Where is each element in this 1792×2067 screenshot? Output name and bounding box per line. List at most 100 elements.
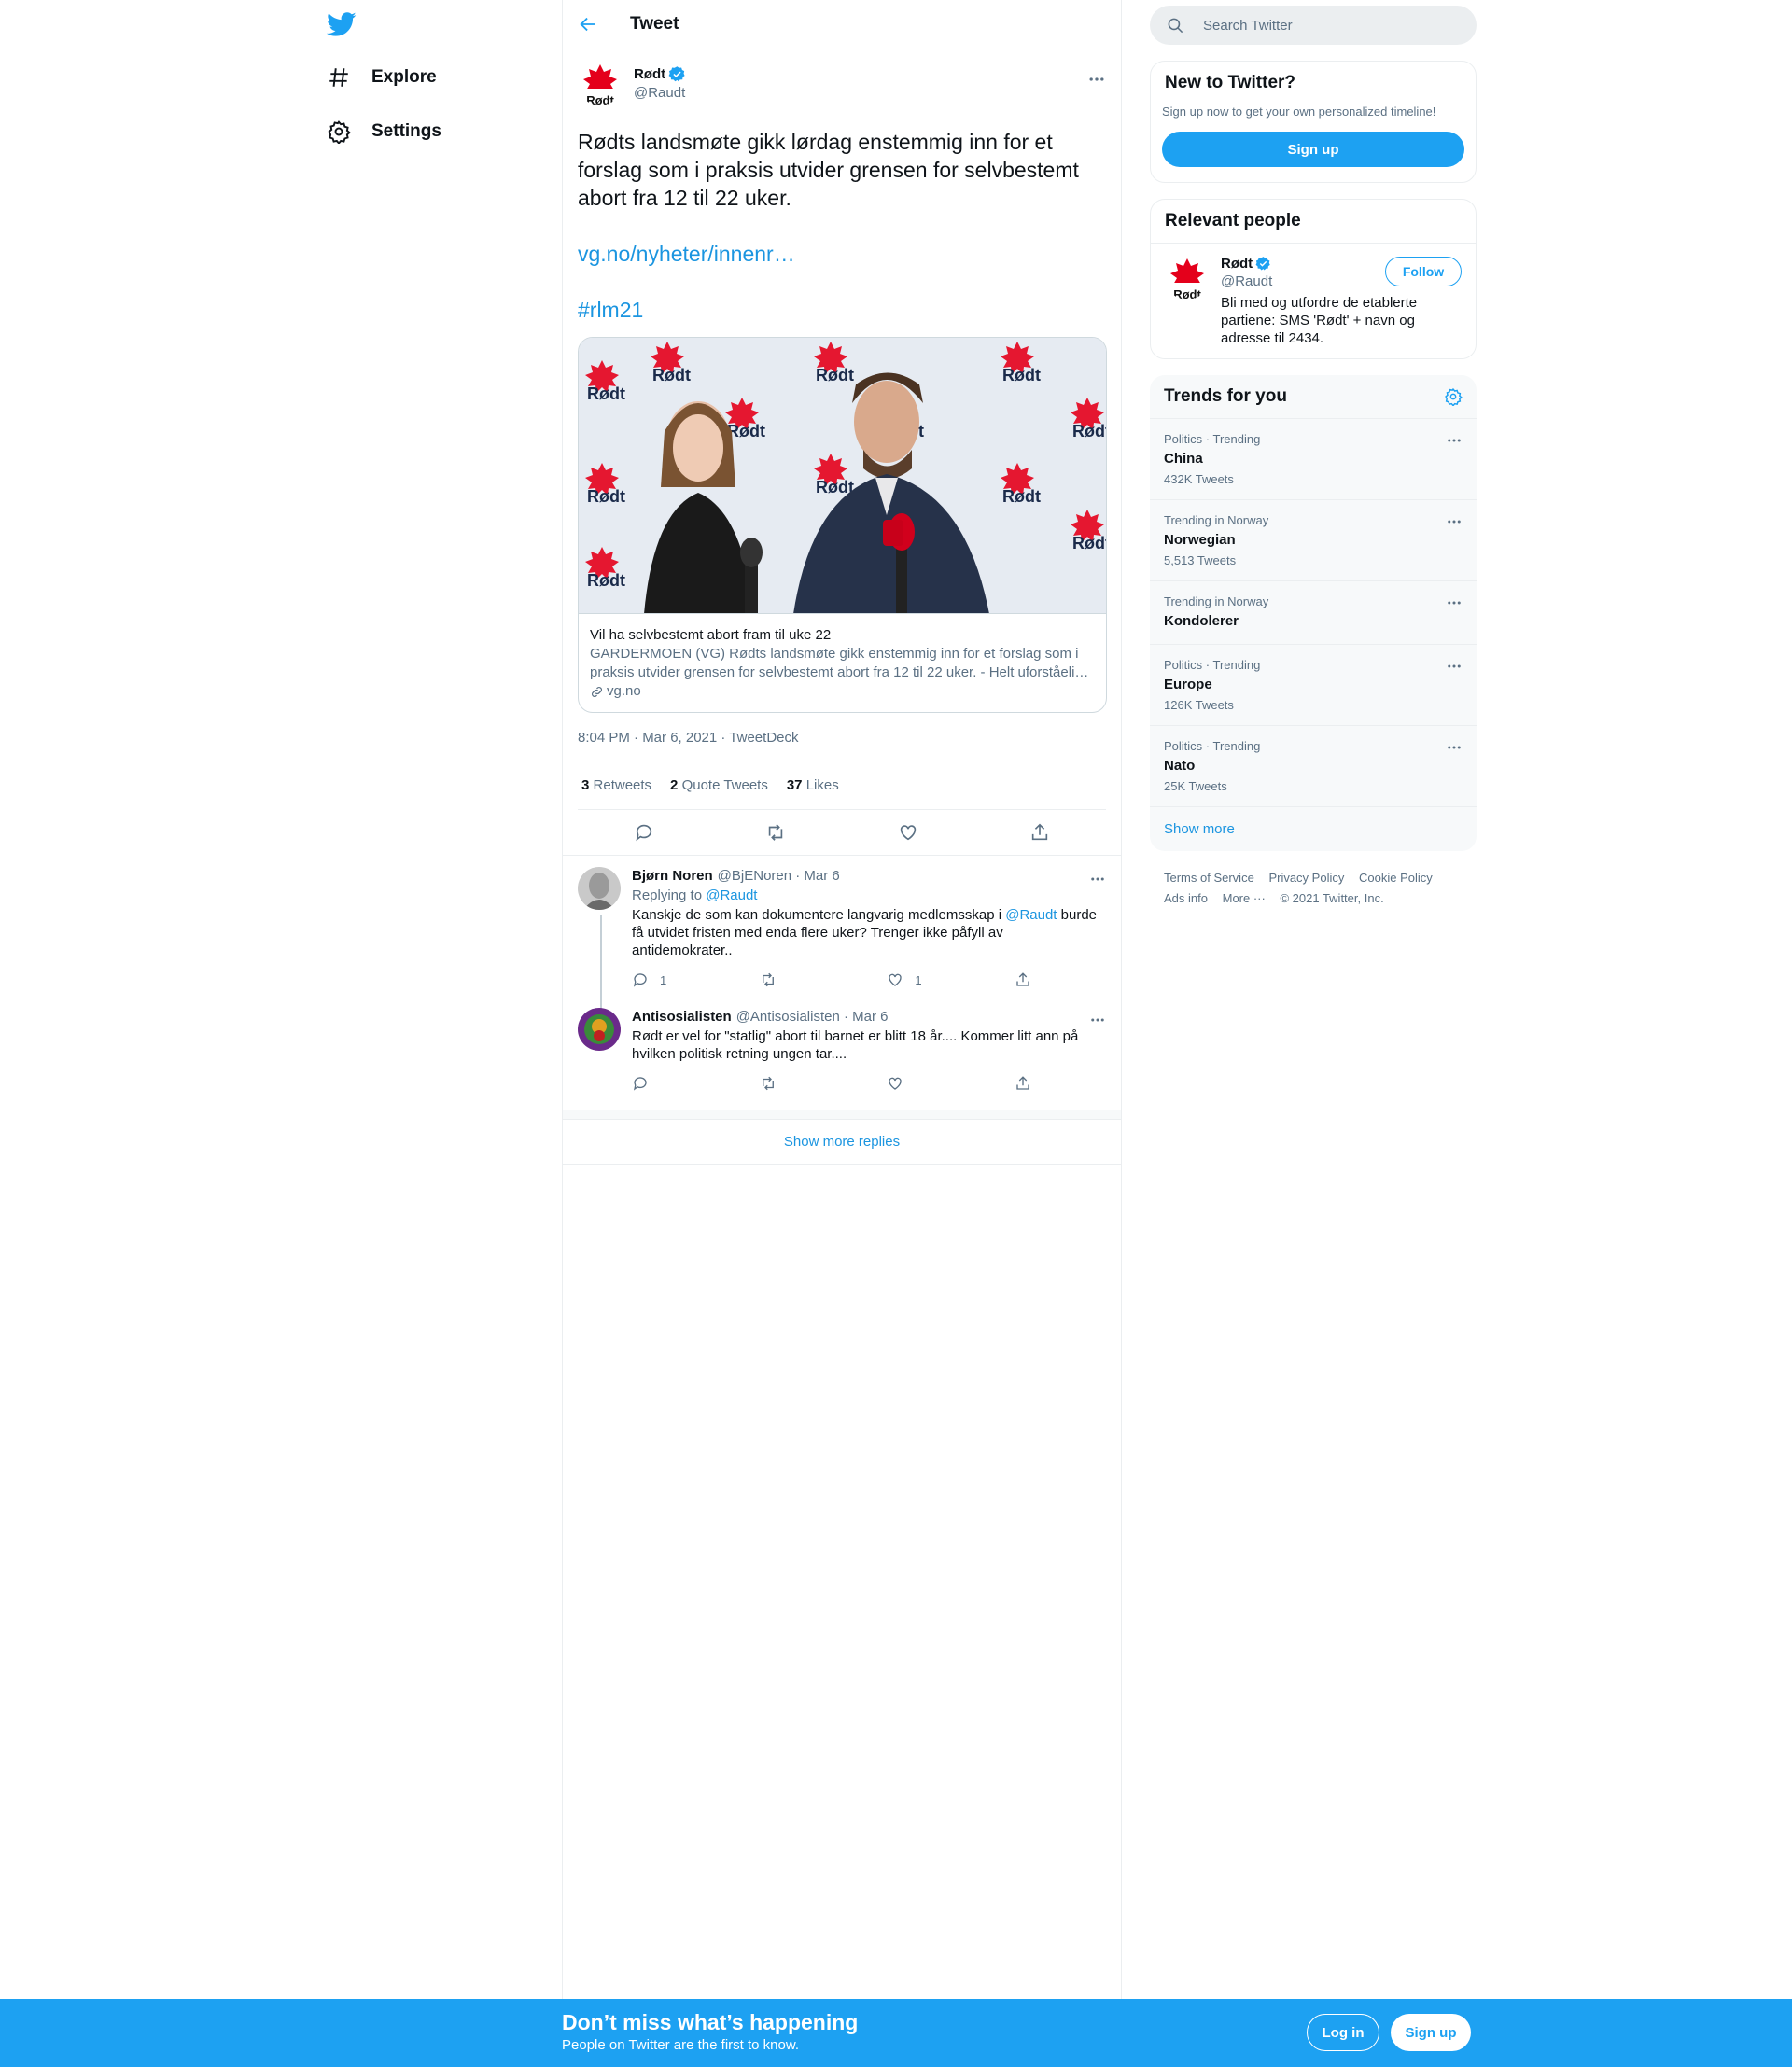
more-options-icon[interactable]	[1446, 658, 1463, 675]
trend-item[interactable]: Trending in Norway Kondolerer	[1150, 581, 1477, 645]
trends-show-more[interactable]: Show more	[1150, 807, 1477, 851]
back-arrow-icon[interactable]	[578, 14, 598, 35]
footer-link[interactable]: More ···	[1223, 891, 1266, 905]
trend-context: Trending in Norway	[1164, 513, 1269, 527]
share-icon	[1016, 972, 1029, 986]
tweet-timestamp[interactable]: 8:04 PM · Mar 6, 2021 · TweetDeck	[578, 713, 1106, 761]
main-column: Tweet Rødt Rødt @Raudt Rødts landsmøte g…	[562, 0, 1122, 1999]
reply-mention[interactable]: @Raudt	[1005, 907, 1057, 923]
search-box[interactable]: Search Twitter	[1150, 6, 1477, 45]
backdrop-logo-text: Rødt	[1072, 534, 1107, 552]
backdrop-logo-text: Rødt	[587, 384, 625, 403]
nav-settings[interactable]: Settings	[327, 108, 441, 155]
copyright: © 2021 Twitter, Inc.	[1280, 891, 1384, 905]
like-action[interactable]: 1	[887, 971, 980, 989]
retweet-action[interactable]	[760, 971, 853, 988]
share-icon[interactable]	[1029, 822, 1050, 843]
trend-context: Trending in Norway	[1164, 594, 1269, 608]
sidebar-signup-button[interactable]: Sign up	[1162, 132, 1464, 167]
share-icon	[1016, 1076, 1029, 1090]
tweet-body: Rødts landsmøte gikk lørdag enstemmig in…	[578, 130, 1079, 210]
twitter-logo-icon[interactable]	[327, 9, 357, 39]
reply-author-name[interactable]: Bjørn Noren	[632, 867, 713, 885]
tweet-link[interactable]: vg.no/nyheter/innenr…	[578, 242, 795, 266]
verified-badge-icon	[668, 66, 685, 82]
person-avatar[interactable]: Rødt	[1165, 255, 1210, 300]
author-name[interactable]: Rødt	[634, 65, 686, 83]
gear-icon	[328, 120, 351, 144]
more-options-icon[interactable]	[1089, 871, 1106, 887]
more-options-icon[interactable]	[1446, 739, 1463, 756]
relevant-person[interactable]: Rødt Rødt @Raudt Bli med og utfordre de …	[1151, 243, 1476, 358]
retweet-icon	[762, 972, 774, 987]
section-divider	[563, 1110, 1121, 1120]
more-options-icon[interactable]	[1087, 70, 1106, 89]
trends-title: Trends for you	[1164, 386, 1287, 406]
footer-link[interactable]: Ads info	[1164, 891, 1208, 905]
retweet-action[interactable]	[760, 1075, 853, 1092]
retweet-icon[interactable]	[765, 822, 786, 843]
replying-to-mention[interactable]: @Raudt	[706, 887, 757, 903]
show-more-replies-button[interactable]: Show more replies	[563, 1120, 1121, 1165]
like-label: Likes	[805, 777, 839, 793]
reply-action[interactable]	[632, 1075, 725, 1092]
footer-link[interactable]: Cookie Policy	[1359, 871, 1433, 885]
more-options-icon[interactable]	[1089, 1012, 1106, 1028]
like-action[interactable]	[887, 1075, 980, 1092]
follow-button[interactable]: Follow	[1385, 257, 1462, 286]
new-panel-title: New to Twitter?	[1165, 73, 1296, 92]
more-options-icon[interactable]	[1446, 432, 1463, 449]
gear-icon[interactable]	[1444, 387, 1463, 406]
login-button[interactable]: Log in	[1307, 2014, 1379, 2051]
tweet-hashtag[interactable]: #rlm21	[578, 298, 643, 322]
trend-item[interactable]: Politics · Trending Europe 126K Tweets	[1150, 645, 1477, 726]
new-to-twitter-panel: New to Twitter? Sign up now to get your …	[1150, 61, 1477, 183]
person-name[interactable]: Rødt	[1221, 255, 1253, 272]
search-icon	[1168, 18, 1183, 33]
author-avatar[interactable]: Rødt	[578, 61, 623, 105]
backdrop-logo-text: Rødt	[587, 487, 625, 506]
link-card[interactable]: Rødt Rødt Rødt Rødt Rødt Rødt Rødt Rødt Rødt Rødt…	[578, 337, 1107, 713]
nav-explore[interactable]: Explore	[327, 54, 437, 101]
trend-context: Politics · Trending	[1164, 432, 1261, 446]
reply-avatar[interactable]	[578, 1008, 621, 1051]
retweet-icon	[762, 1076, 774, 1091]
person-bio: Bli med og utfordre de etablerte partien…	[1221, 295, 1418, 346]
author-handle[interactable]: @Raudt	[634, 85, 686, 101]
like-icon[interactable]	[898, 822, 918, 843]
tweet-text: Rødts landsmøte gikk lørdag enstemmig in…	[578, 128, 1106, 324]
relevant-people-panel: Relevant people Rødt Rødt @Raudt Bli med…	[1150, 199, 1477, 359]
quote-stat[interactable]: 2 Quote Tweets	[670, 777, 768, 793]
reply-tweet[interactable]: Bjørn Noren @BjENoren · Mar 6 Replying t…	[563, 856, 1121, 1016]
trend-name: Europe	[1164, 677, 1212, 692]
signup-button[interactable]: Sign up	[1391, 2014, 1471, 2051]
share-action[interactable]	[1015, 1075, 1043, 1092]
retweet-stat[interactable]: 3 Retweets	[581, 777, 651, 793]
like-count: 37	[786, 777, 803, 793]
backdrop-logo-text: Rødt	[652, 366, 691, 384]
relevant-people-title: Relevant people	[1165, 211, 1301, 230]
trend-count: 432K Tweets	[1164, 472, 1234, 486]
nav-settings-label: Settings	[371, 121, 441, 141]
share-action[interactable]	[1015, 971, 1043, 988]
reply-icon	[633, 1077, 647, 1091]
reply-author-name[interactable]: Antisosialisten	[632, 1008, 732, 1026]
like-stat[interactable]: 37 Likes	[787, 777, 839, 793]
reply-action[interactable]: 1	[632, 971, 725, 989]
footer-link[interactable]: Privacy Policy	[1268, 871, 1344, 885]
search-input[interactable]: Search Twitter	[1203, 18, 1293, 34]
more-options-icon[interactable]	[1446, 513, 1463, 530]
like-count: 1	[915, 972, 922, 987]
reply-tweet[interactable]: Antisosialisten @Antisosialisten · Mar 6…	[563, 1000, 1121, 1104]
reply-avatar[interactable]	[578, 867, 621, 910]
backdrop-logo-text: Rødt	[1072, 422, 1107, 440]
reply-icon[interactable]	[634, 822, 654, 843]
footer-link[interactable]: Terms of Service	[1164, 871, 1254, 885]
trend-item[interactable]: Trending in Norway Norwegian 5,513 Tweet…	[1150, 500, 1477, 581]
trend-item[interactable]: Politics · Trending Nato 25K Tweets	[1150, 726, 1477, 807]
right-sidebar: Search Twitter New to Twitter? Sign up n…	[1150, 0, 1477, 926]
trend-count: 5,513 Tweets	[1164, 553, 1237, 567]
trend-name: China	[1164, 451, 1203, 467]
more-options-icon[interactable]	[1446, 594, 1463, 611]
trend-item[interactable]: Politics · Trending China 432K Tweets	[1150, 419, 1477, 500]
